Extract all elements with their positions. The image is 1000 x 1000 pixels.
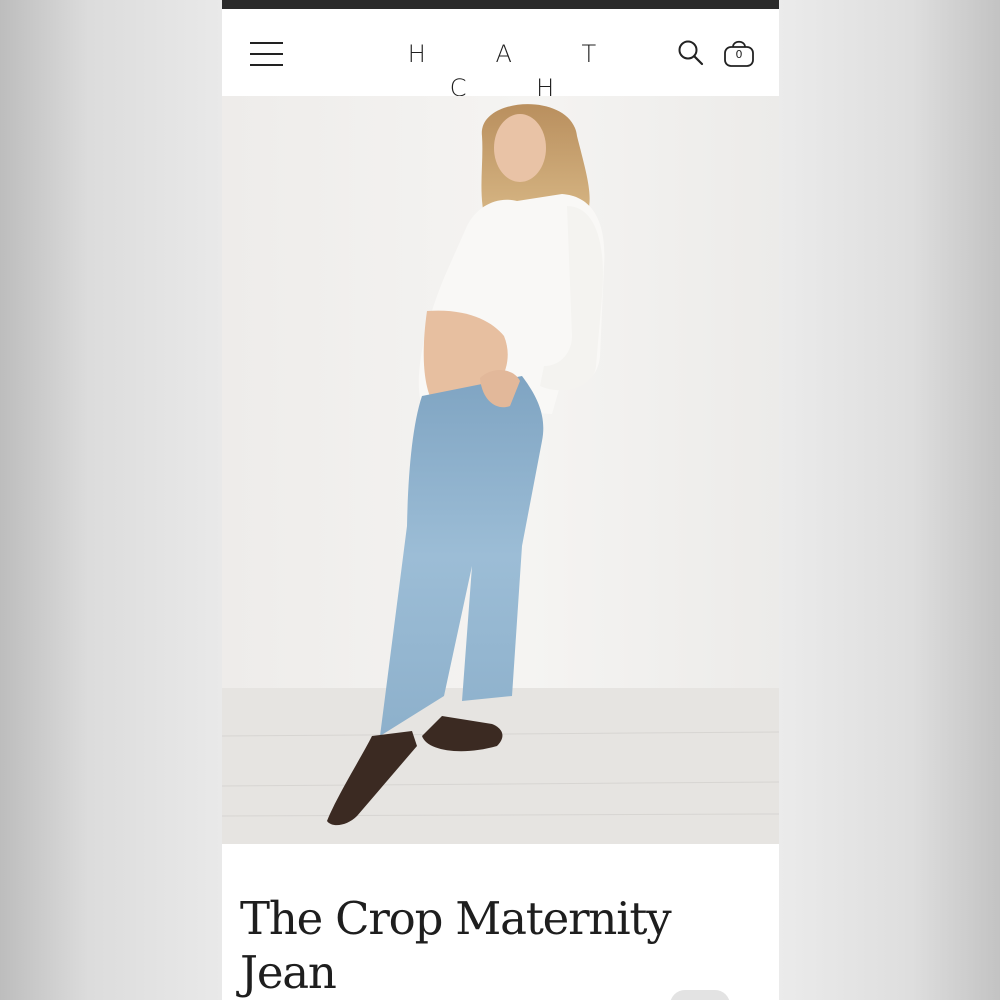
backdrop-left: [0, 0, 222, 1000]
model-photo: [222, 96, 779, 844]
brand-logo[interactable]: H A T C H: [372, 37, 632, 102]
backdrop-right: [779, 0, 1000, 1000]
cart-button[interactable]: 0: [722, 37, 756, 69]
menu-button[interactable]: [250, 41, 284, 67]
search-button[interactable]: [677, 39, 705, 67]
cart-count-badge: 0: [735, 48, 743, 61]
product-title: The Crop Maternity Jean: [240, 892, 672, 999]
site-header: H A T C H 0: [222, 9, 779, 102]
product-hero-image[interactable]: [222, 96, 779, 844]
product-info: The Crop Maternity Jean: [222, 844, 779, 1000]
search-icon: [678, 40, 704, 66]
floating-button-edge[interactable]: [670, 990, 730, 1000]
status-bar: [222, 0, 779, 9]
mobile-screen: H A T C H 0 The Crop Maternity Jean: [222, 0, 779, 1000]
